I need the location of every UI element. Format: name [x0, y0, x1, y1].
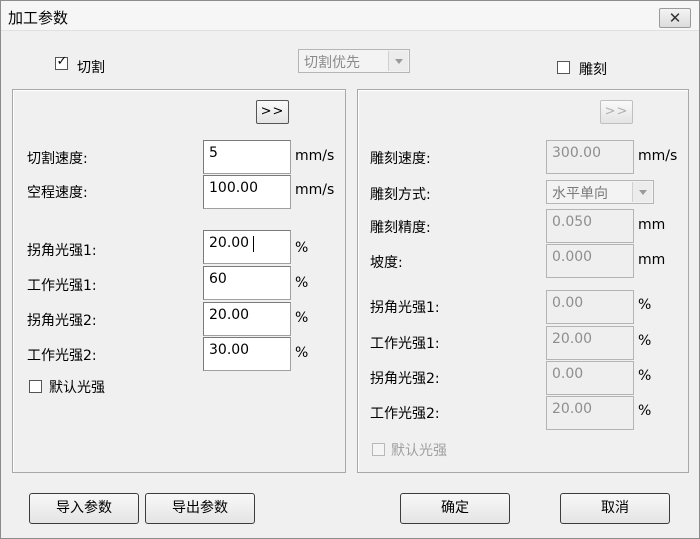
cut-speed-unit: mm/s [295, 148, 335, 164]
work-power1-label: 工作光强1: [27, 278, 97, 294]
cut-enable-checkbox[interactable]: ✓ [55, 54, 68, 70]
engrave-mode-label: 雕刻方式: [370, 187, 431, 203]
corner-power2-label: 拐角光强2: [27, 313, 97, 329]
engrave-precision-unit: mm [638, 217, 666, 233]
cut-enable-label: 切割 [77, 60, 105, 76]
cancel-button[interactable]: 取消 [560, 493, 670, 524]
export-params-button[interactable]: 导出参数 [145, 493, 255, 524]
window-title: 加工参数 [8, 9, 69, 27]
corner-power2-input[interactable]: 20.00 [203, 302, 291, 336]
engrave-default-power-checkbox[interactable] [372, 443, 385, 456]
engrave-corner-power2-label: 拐角光强2: [370, 371, 440, 387]
engrave-corner-power1-unit: % [638, 297, 652, 313]
close-button[interactable]: ✕ [659, 8, 691, 28]
chevron-down-icon [632, 182, 652, 202]
text-caret [253, 236, 254, 252]
corner-power1-label: 拐角光强1: [27, 243, 97, 259]
engrave-corner-power2-input[interactable]: 0.00 [546, 361, 634, 395]
engrave-speed-value: 300.00 [552, 145, 601, 161]
cut-expand-button[interactable]: >> [256, 100, 289, 124]
work-power2-value: 30.00 [209, 342, 250, 358]
work-power2-input[interactable]: 30.00 [203, 337, 291, 371]
engrave-work-power2-unit: % [638, 403, 652, 419]
corner-power2-unit: % [295, 310, 309, 326]
engrave-expand-button[interactable]: >> [600, 100, 633, 124]
engrave-work-power2-input[interactable]: 20.00 [546, 396, 634, 430]
cut-default-power-label: 默认光强 [49, 380, 105, 396]
travel-speed-unit: mm/s [295, 182, 335, 198]
engrave-corner-power1-value: 0.00 [552, 295, 584, 311]
engrave-work-power1-input[interactable]: 20.00 [546, 326, 634, 360]
engrave-enable-label: 雕刻 [579, 62, 607, 78]
cut-speed-value: 5 [209, 145, 218, 161]
check-icon: ✓ [56, 54, 68, 69]
cut-settings-panel: >> 切割速度: 5 mm/s 空程速度: 100.00 mm/s 拐角光强1:… [12, 89, 346, 473]
corner-power1-value: 20.00 [209, 235, 250, 251]
ok-button[interactable]: 确定 [400, 493, 510, 524]
engrave-settings-panel: >> 雕刻速度: 300.00 mm/s 雕刻方式: 水平单向 雕刻精度: 0.… [357, 89, 689, 473]
title-bar[interactable]: 加工参数 ✕ [1, 1, 699, 31]
slope-value: 0.000 [552, 249, 593, 265]
work-power1-unit: % [295, 275, 309, 291]
work-power2-label: 工作光强2: [27, 348, 97, 364]
work-power1-value: 60 [209, 271, 227, 287]
cut-priority-value: 切割优先 [304, 55, 360, 71]
slope-unit: mm [638, 252, 666, 268]
corner-power1-input[interactable]: 20.00 [203, 230, 291, 264]
work-power2-unit: % [295, 345, 309, 361]
travel-speed-label: 空程速度: [27, 185, 88, 201]
cut-priority-select[interactable]: 切割优先 [298, 49, 410, 73]
engrave-corner-power1-input[interactable]: 0.00 [546, 290, 634, 324]
processing-params-dialog: 加工参数 ✕ ✓ 切割 切割优先 雕刻 >> 切割速度: 5 mm/s 空程速度… [0, 0, 700, 539]
corner-power2-value: 20.00 [209, 307, 250, 323]
engrave-precision-label: 雕刻精度: [370, 220, 431, 236]
engrave-speed-label: 雕刻速度: [370, 151, 431, 167]
engrave-work-power1-value: 20.00 [552, 331, 593, 347]
engrave-enable-checkbox[interactable] [557, 61, 570, 74]
engrave-corner-power2-unit: % [638, 368, 652, 384]
engrave-corner-power2-value: 0.00 [552, 366, 584, 382]
travel-speed-value: 100.00 [209, 180, 258, 196]
travel-speed-input[interactable]: 100.00 [203, 175, 291, 209]
chevron-down-icon [388, 51, 408, 71]
engrave-work-power1-unit: % [638, 333, 652, 349]
engrave-work-power2-value: 20.00 [552, 401, 593, 417]
engrave-default-power-label: 默认光强 [391, 443, 447, 459]
engrave-mode-select[interactable]: 水平单向 [546, 180, 654, 204]
engrave-mode-value: 水平单向 [552, 186, 608, 202]
engrave-work-power1-label: 工作光强1: [370, 336, 440, 352]
engrave-corner-power1-label: 拐角光强1: [370, 300, 440, 316]
cut-speed-label: 切割速度: [27, 151, 88, 167]
engrave-precision-value: 0.050 [552, 214, 593, 230]
slope-input[interactable]: 0.000 [546, 244, 634, 278]
engrave-speed-unit: mm/s [638, 148, 678, 164]
engrave-precision-input[interactable]: 0.050 [546, 209, 634, 243]
engrave-speed-input[interactable]: 300.00 [546, 140, 634, 174]
slope-label: 坡度: [370, 255, 403, 271]
close-icon: ✕ [668, 9, 682, 27]
work-power1-input[interactable]: 60 [203, 266, 291, 300]
engrave-work-power2-label: 工作光强2: [370, 406, 440, 422]
import-params-button[interactable]: 导入参数 [29, 493, 139, 524]
cut-default-power-checkbox[interactable] [29, 380, 42, 393]
corner-power1-unit: % [295, 240, 309, 256]
cut-speed-input[interactable]: 5 [203, 140, 291, 174]
